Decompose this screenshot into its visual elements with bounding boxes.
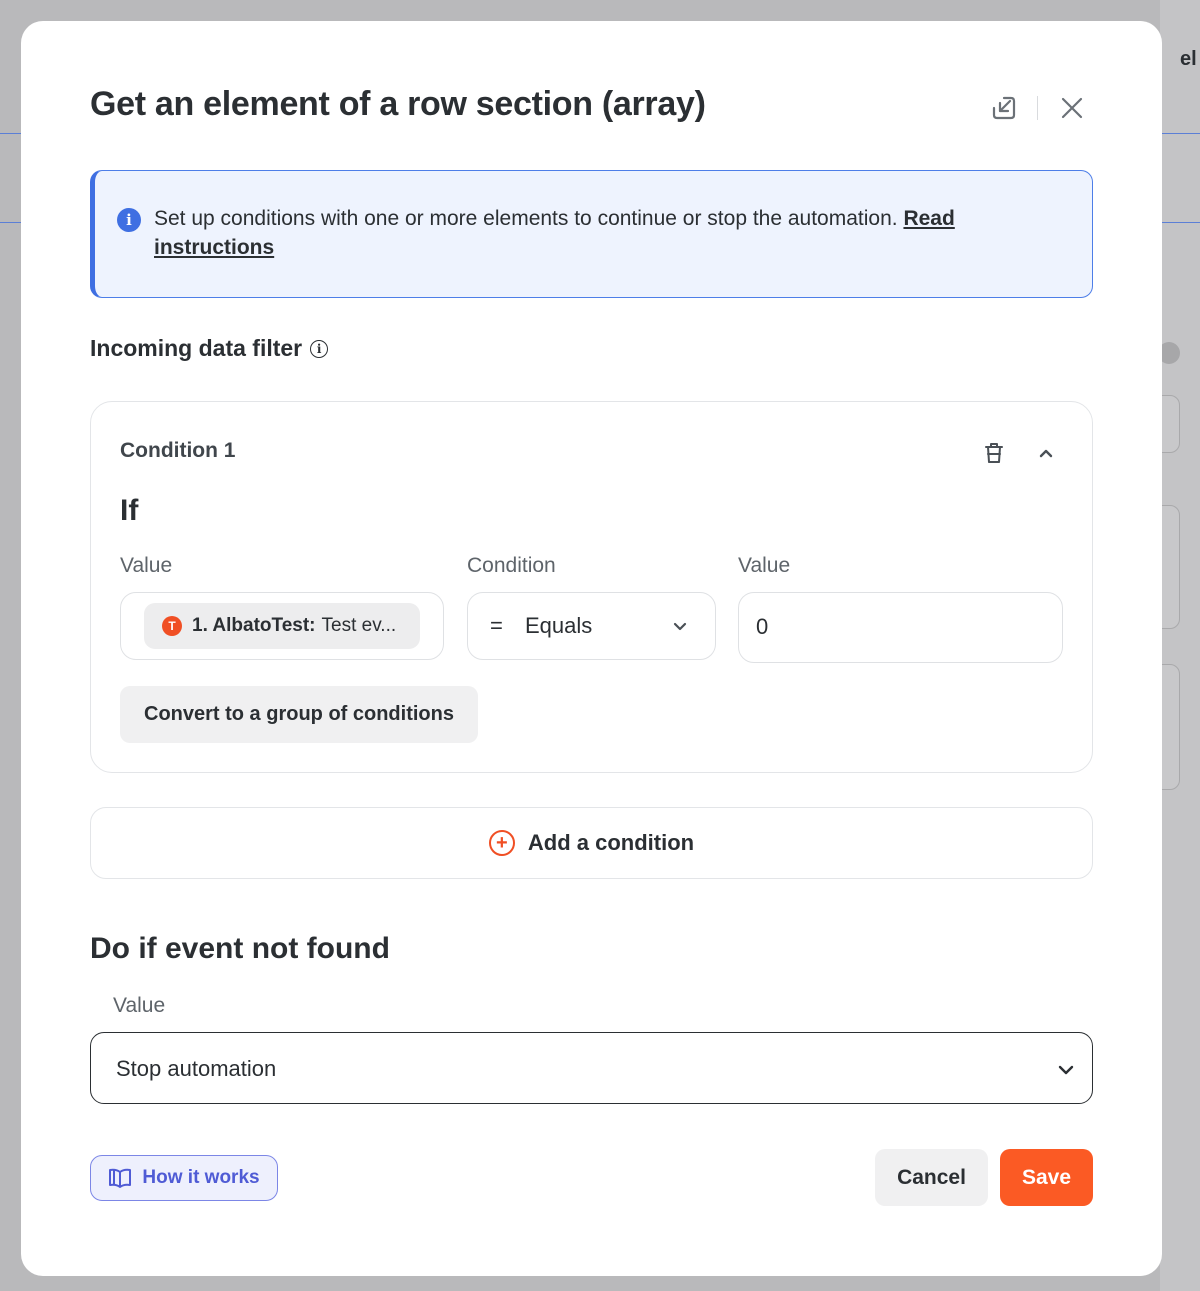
if-label: If — [120, 494, 139, 527]
value-chip[interactable]: T 1. AlbatoTest: Test ev... — [144, 603, 420, 649]
info-banner: i Set up conditions with one or more ele… — [90, 170, 1093, 298]
albato-icon: T — [162, 616, 182, 636]
operator-label: Equals — [525, 613, 593, 638]
not-found-selected: Stop automation — [116, 1056, 277, 1081]
chip-prefix: 1. AlbatoTest: — [192, 615, 316, 636]
info-message: Set up conditions with one or more eleme… — [154, 207, 898, 230]
plus-circle-icon: + — [488, 830, 515, 856]
chevron-up-icon[interactable] — [1031, 438, 1061, 473]
background-divider — [0, 222, 21, 223]
save-button[interactable]: Save — [1000, 1149, 1093, 1206]
filter-label: Incoming data filter — [90, 335, 303, 361]
close-icon[interactable] — [1057, 93, 1087, 123]
value-field[interactable]: T 1. AlbatoTest: Test ev... — [120, 592, 444, 660]
not-found-value-label: Value — [113, 994, 166, 1017]
chevron-down-icon — [1056, 1060, 1076, 1085]
condition-card: Condition 1 If Value Condition Value T 1… — [90, 401, 1093, 773]
add-condition-button[interactable]: + Add a condition — [90, 807, 1093, 879]
cancel-button[interactable]: Cancel — [875, 1149, 988, 1206]
not-found-select[interactable]: Stop automation — [90, 1032, 1093, 1104]
add-condition-label: Add a condition — [527, 830, 695, 855]
info-text: Set up conditions with one or more eleme… — [154, 204, 1054, 262]
header-divider — [1037, 96, 1038, 120]
info-icon[interactable]: i — [310, 339, 329, 358]
background-page — [1160, 0, 1200, 1291]
background-divider — [1162, 222, 1200, 223]
value-column-label: Value — [120, 554, 173, 577]
section-label: Incoming data filter i — [90, 335, 329, 362]
chip-text: Test ev... — [321, 615, 397, 636]
not-found-title: Do if event not found — [90, 932, 390, 965]
chevron-down-icon — [671, 617, 689, 640]
condition-column-label: Condition — [467, 554, 556, 577]
operator-symbol: = — [490, 613, 503, 638]
condition-select[interactable]: = Equals — [467, 592, 716, 660]
trash-icon[interactable] — [979, 438, 1009, 473]
compare-value-column-label: Value — [738, 554, 791, 577]
condition-modal: Get an element of a row section (array) … — [21, 21, 1162, 1276]
modal-title: Get an element of a row section (array) — [90, 85, 706, 123]
condition-title: Condition 1 — [120, 439, 236, 462]
convert-to-group-button[interactable]: Convert to a group of conditions — [120, 686, 478, 743]
background-text: el — [1180, 48, 1197, 70]
condition-actions — [979, 438, 1061, 473]
how-it-works-label: How it works — [142, 1167, 260, 1188]
compare-value-input[interactable]: 0 — [738, 592, 1063, 663]
compare-value: 0 — [756, 614, 769, 639]
header-actions — [989, 93, 1087, 123]
background-divider — [1162, 133, 1200, 134]
how-it-works-button[interactable]: How it works — [90, 1155, 278, 1201]
book-icon — [109, 1168, 132, 1188]
expand-icon[interactable] — [989, 93, 1019, 123]
info-icon: i — [117, 208, 141, 232]
background-divider — [0, 133, 21, 134]
